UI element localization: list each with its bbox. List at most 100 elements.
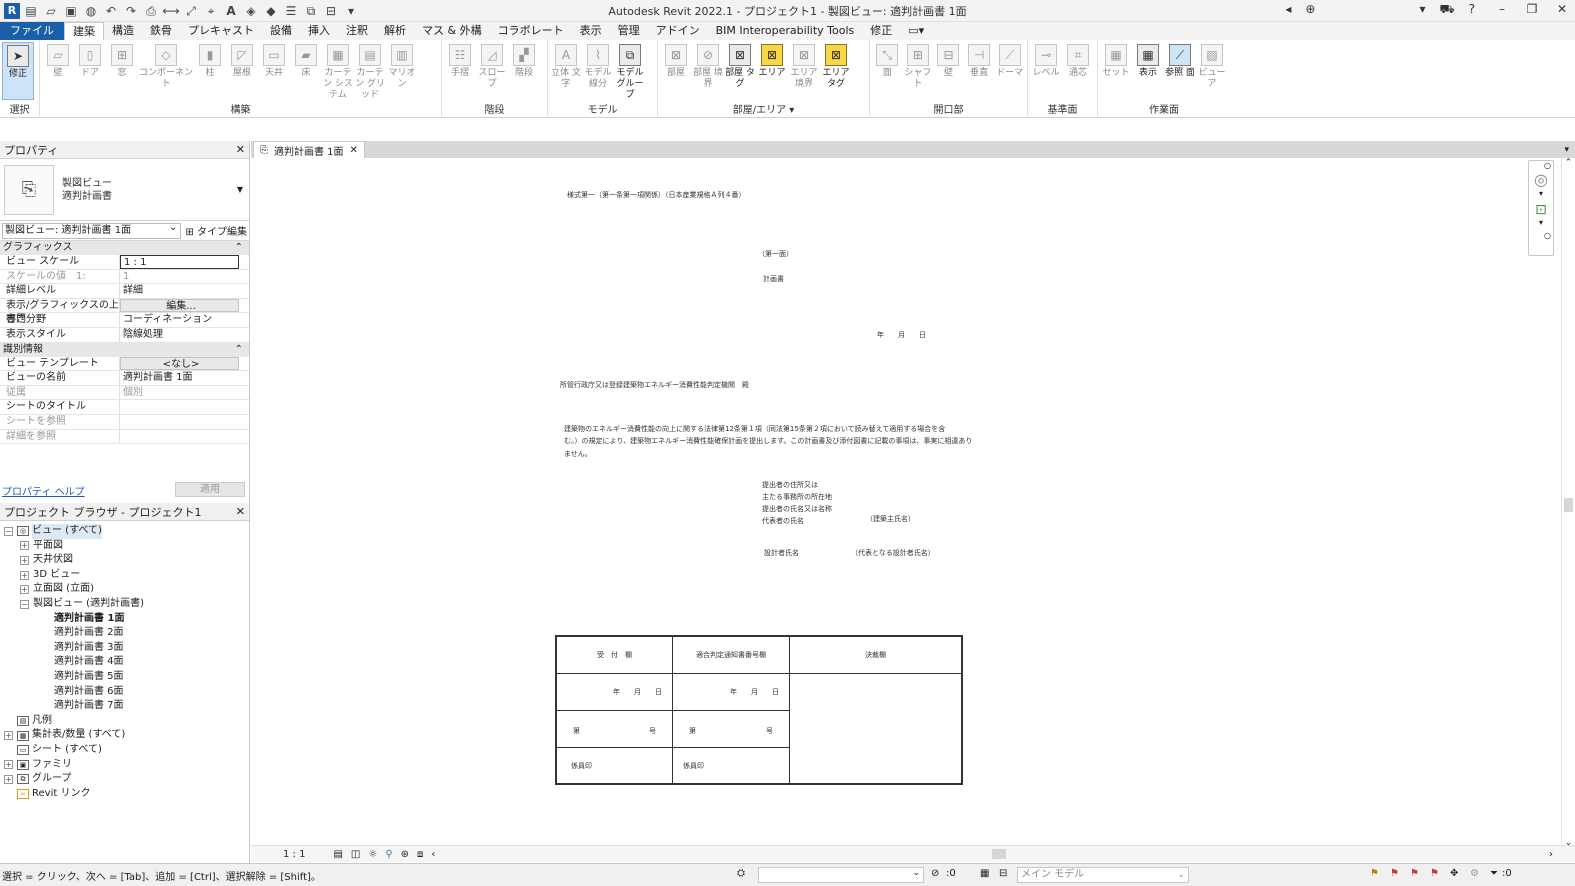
document-tab-active[interactable]: ⎘ 適判計画書 1面 ✕ (253, 141, 365, 158)
visual-style-icon[interactable]: ◫ (351, 849, 360, 860)
mullion-button[interactable]: ▥ マリオン (386, 42, 418, 90)
tab-structure[interactable]: 構造 (104, 22, 142, 40)
filter-icon[interactable]: ⏷ (1490, 868, 1498, 879)
model-group-button[interactable]: ⧉ モデル グループ (614, 42, 646, 101)
wall-opening-button[interactable]: ⊟ 壁 (933, 42, 964, 79)
window-button[interactable]: ⊞ 窓 (106, 42, 138, 79)
model-icon[interactable]: ⊟ (999, 868, 1007, 879)
drawing-canvas[interactable]: 様式第一（第一条第一項関係）（日本産業規格Ａ列４番） （第一面） 計画書 年 月… (251, 158, 1561, 844)
select-panel-label[interactable]: 選択 (0, 101, 39, 116)
collapse-icon[interactable]: ⌃ (235, 343, 243, 357)
modify-button[interactable]: ➤ 修正 (2, 42, 34, 100)
expand-toggle-icon[interactable]: + (4, 774, 13, 784)
expand-toggle-icon[interactable]: + (4, 731, 13, 741)
sync-icon[interactable]: ◍ (82, 3, 100, 19)
expand-toggle-icon[interactable]: + (20, 585, 29, 595)
design-option-select[interactable]: メイン モデル ⌄ (1017, 867, 1189, 883)
browser-close-icon[interactable]: ✕ (236, 505, 245, 518)
grid-button[interactable]: ⌗ 通芯 (1062, 42, 1094, 79)
expand-toggle-icon[interactable]: + (4, 760, 13, 770)
floor-button[interactable]: ▰ 床 (290, 42, 322, 79)
tag-area-button[interactable]: ⊠ エリア タグ (820, 42, 852, 90)
curtain-system-button[interactable]: ▦ カーテン システム (322, 42, 354, 101)
3d-view-icon[interactable]: ◈ (242, 3, 260, 19)
model-text-button[interactable]: A 立体 文字 (550, 42, 582, 90)
tab-analyze[interactable]: 解析 (376, 22, 414, 40)
set-button[interactable]: ▦ セット (1100, 42, 1132, 79)
wall-button[interactable]: ▱ 壁 (42, 42, 74, 79)
close-hidden-icon[interactable]: ⧉ (302, 3, 320, 19)
shaft-button[interactable]: ⊞ シャフト (903, 42, 934, 90)
tree-views-all[interactable]: − ◎ ビュー (すべて) (0, 524, 249, 539)
type-selector[interactable]: ⎘ 製図ビュー 適判計画書 ▼ (0, 159, 249, 221)
view-scale-button[interactable]: 1 : 1 (283, 849, 305, 860)
tab-bim-interop[interactable]: BIM Interoperability Tools (708, 22, 863, 40)
collapse-icon[interactable]: ⌃ (235, 241, 243, 255)
chevron-down-icon[interactable]: ▼ (237, 185, 243, 194)
roof-button[interactable]: ◸ 屋根 (226, 42, 258, 79)
tag-icon[interactable]: ⌖ (202, 3, 220, 19)
tab-file[interactable]: ファイル (0, 22, 64, 40)
vertical-scroll-thumb[interactable] (1564, 498, 1573, 512)
railing-button[interactable]: ☷ 手摺 (444, 42, 476, 79)
show-button[interactable]: ▦ 表示 (1132, 42, 1164, 79)
tab-architecture[interactable]: 建築 (64, 22, 104, 40)
home-icon[interactable]: ▤ (22, 3, 40, 19)
collapse-toggle-icon[interactable]: − (4, 526, 13, 536)
cart-icon[interactable]: ⛟ (1440, 2, 1455, 18)
account-dropdown-icon[interactable]: ▾ (1419, 2, 1425, 18)
edit-type-button[interactable]: ⊞ タイプ編集 (185, 223, 247, 238)
tree-schedules[interactable]: + ▦ 集計表/数量 (すべて) (0, 728, 249, 743)
temporary-hide-icon[interactable]: ⚲ (385, 849, 392, 860)
tab-manage[interactable]: 管理 (610, 22, 648, 40)
undo-icon[interactable]: ↶ (102, 3, 120, 19)
apply-button[interactable]: 適用 (175, 482, 245, 497)
expand-toggle-icon[interactable]: + (20, 541, 29, 551)
tab-close-icon[interactable]: ✕ (350, 145, 358, 156)
tab-modify[interactable]: 修正 (862, 22, 900, 40)
room-button[interactable]: ⊠ 部屋 (660, 42, 692, 79)
worksets-icon[interactable]: ⛭ (737, 868, 745, 879)
scroll-right-icon[interactable]: › (1549, 849, 1553, 860)
tree-drafting-views[interactable]: − 製図ビュー (適判計画書) (0, 597, 249, 612)
curtain-grid-button[interactable]: ▤ カーテン グリッド (354, 42, 386, 101)
tree-revit-links[interactable]: ∞ Revit リンク (0, 787, 249, 802)
tree-drafting-view-6[interactable]: 適判計画書 6面 (0, 685, 249, 700)
horizontal-scroll-thumb[interactable] (992, 849, 1006, 859)
customize-qat-icon[interactable]: ▾ (342, 3, 360, 19)
area-button[interactable]: ⊠ エリア (756, 42, 788, 79)
text-icon[interactable]: A (222, 3, 240, 19)
stair-button[interactable]: ▞ 階段 (508, 42, 540, 79)
tree-ceiling-plans[interactable]: + 天井伏図 (0, 553, 249, 568)
properties-help-link[interactable]: プロパティ ヘルプ (2, 483, 85, 498)
tree-floor-plans[interactable]: + 平面図 (0, 539, 249, 554)
drag-on-selection-icon[interactable]: ✥ (1450, 868, 1458, 879)
open-icon[interactable]: ▱ (42, 3, 60, 19)
search-arrow-icon[interactable]: ◂ (1285, 2, 1291, 18)
tab-annotate[interactable]: 注釈 (338, 22, 376, 40)
vertical-button[interactable]: ⊣ 垂直 (964, 42, 995, 79)
level-button[interactable]: ⊸ レベル (1030, 42, 1062, 79)
collapse-toggle-icon[interactable]: − (20, 599, 29, 609)
by-face-button[interactable]: ⤡ 面 (872, 42, 903, 79)
ramp-button[interactable]: ◿ スロープ (476, 42, 508, 90)
detail-level-icon[interactable]: ▤ (333, 849, 342, 860)
model-line-button[interactable]: ⌇ モデル 線分 (582, 42, 614, 90)
select-underlay-icon[interactable]: ⚑ (1390, 868, 1399, 879)
tab-addins[interactable]: アドイン (648, 22, 708, 40)
door-button[interactable]: ▯ ドア (74, 42, 106, 79)
select-by-face-icon[interactable]: ⚑ (1430, 868, 1439, 879)
workset-select[interactable]: ⌄ (758, 867, 924, 883)
binoculars-icon[interactable]: ⊕ (1305, 2, 1315, 18)
switch-windows-icon[interactable]: ⊟ (322, 3, 340, 19)
room-separator-button[interactable]: ⊘ 部屋 境界 (692, 42, 724, 90)
tree-elevations[interactable]: + 立面図 (立面) (0, 582, 249, 597)
print-icon[interactable]: ⎙ (142, 3, 160, 19)
tree-legends[interactable]: ▤ 凡例 (0, 714, 249, 729)
tree-drafting-view-3[interactable]: 適判計画書 3面 (0, 641, 249, 656)
tree-families[interactable]: + ▣ ファミリ (0, 758, 249, 773)
select-links-icon[interactable]: ⚑ (1370, 868, 1379, 879)
editable-only-icon[interactable]: ⊘ (931, 868, 939, 879)
group-graphics[interactable]: グラフィックス ⌃ (0, 241, 249, 255)
redo-icon[interactable]: ↷ (122, 3, 140, 19)
